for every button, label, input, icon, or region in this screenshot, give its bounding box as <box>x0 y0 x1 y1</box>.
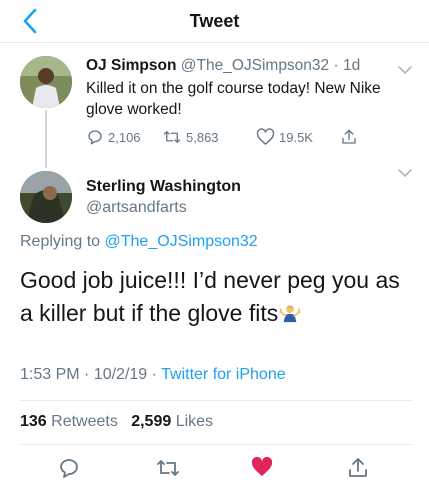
replying-prefix: Replying to <box>20 233 101 250</box>
shrug-emoji-icon <box>279 300 301 333</box>
replying-handle-link[interactable]: @The_OJSimpson32 <box>105 233 258 250</box>
avatar[interactable] <box>20 56 72 108</box>
thread-line <box>45 110 47 168</box>
retweet-button[interactable]: 5,863 <box>162 128 256 146</box>
share-icon <box>342 129 356 144</box>
share-button[interactable] <box>346 456 374 480</box>
divider <box>20 400 413 401</box>
like-count: 19.5K <box>279 129 313 145</box>
share-icon <box>349 458 367 477</box>
likes-stat[interactable]: 2,599 Likes <box>131 413 213 430</box>
tweet-actions: 2,106 5,863 19.5K <box>86 128 362 146</box>
like-total: 2,599 <box>131 413 172 430</box>
reply-author[interactable]: Sterling Washington @artsandfarts <box>86 176 241 218</box>
retweet-button[interactable] <box>155 456 185 480</box>
more-options-button[interactable] <box>397 62 413 75</box>
author-name[interactable]: OJ Simpson <box>86 57 176 74</box>
retweet-count: 5,863 <box>186 129 219 145</box>
chevron-down-icon <box>398 169 412 178</box>
nav-bar: Tweet <box>0 0 429 43</box>
retweet-icon <box>157 460 179 476</box>
comment-icon <box>60 459 78 478</box>
author-handle[interactable]: @The_OJSimpson32 <box>181 57 329 74</box>
likes-label: Likes <box>175 413 214 430</box>
replying-to: Replying to @The_OJSimpson32 <box>20 233 258 251</box>
tweet-metadata: 1:53 PM · 10/2/19 · Twitter for iPhone <box>20 366 286 384</box>
retweets-label: Retweets <box>51 413 118 430</box>
back-button[interactable] <box>18 6 44 36</box>
retweet-total: 136 <box>20 413 47 430</box>
reply-button[interactable] <box>57 456 85 480</box>
tweet-stats: 136 Retweets 2,599 Likes <box>20 413 213 431</box>
heart-filled-icon <box>251 456 273 476</box>
like-button[interactable]: 19.5K <box>256 128 340 146</box>
avatar-image <box>20 56 72 108</box>
tweet-source-link[interactable]: Twitter for iPhone <box>161 366 286 383</box>
more-options-button[interactable] <box>397 165 413 178</box>
avatar-image <box>20 171 72 223</box>
like-button[interactable] <box>250 456 278 478</box>
retweet-icon <box>163 131 181 143</box>
chevron-left-icon <box>23 8 37 34</box>
share-button[interactable] <box>340 128 362 146</box>
tweet-text: Killed it on the golf course today! New … <box>86 80 381 118</box>
tweet-time: · 1d <box>333 57 361 74</box>
page-title: Tweet <box>189 10 240 31</box>
tweet-timestamp: 1:53 PM · 10/2/19 · <box>20 366 157 383</box>
reply-tweet-actions <box>0 456 429 480</box>
author-handle[interactable]: @artsandfarts <box>86 197 241 218</box>
parent-tweet[interactable]: OJ Simpson @The_OJSimpson32 · 1d Killed … <box>86 56 415 120</box>
chevron-down-icon <box>398 66 412 75</box>
reply-button[interactable]: 2,106 <box>86 128 162 146</box>
comment-icon <box>88 130 102 145</box>
heart-icon <box>256 128 275 145</box>
divider <box>20 444 413 445</box>
reply-tweet-text: Good job juice!!! I’d never peg you as a… <box>20 264 413 333</box>
reply-count: 2,106 <box>108 129 141 145</box>
retweets-stat[interactable]: 136 Retweets <box>20 413 118 430</box>
author-name[interactable]: Sterling Washington <box>86 176 241 197</box>
avatar[interactable] <box>20 171 72 223</box>
tweet-text: Good job juice!!! I’d never peg you as a… <box>20 267 400 326</box>
